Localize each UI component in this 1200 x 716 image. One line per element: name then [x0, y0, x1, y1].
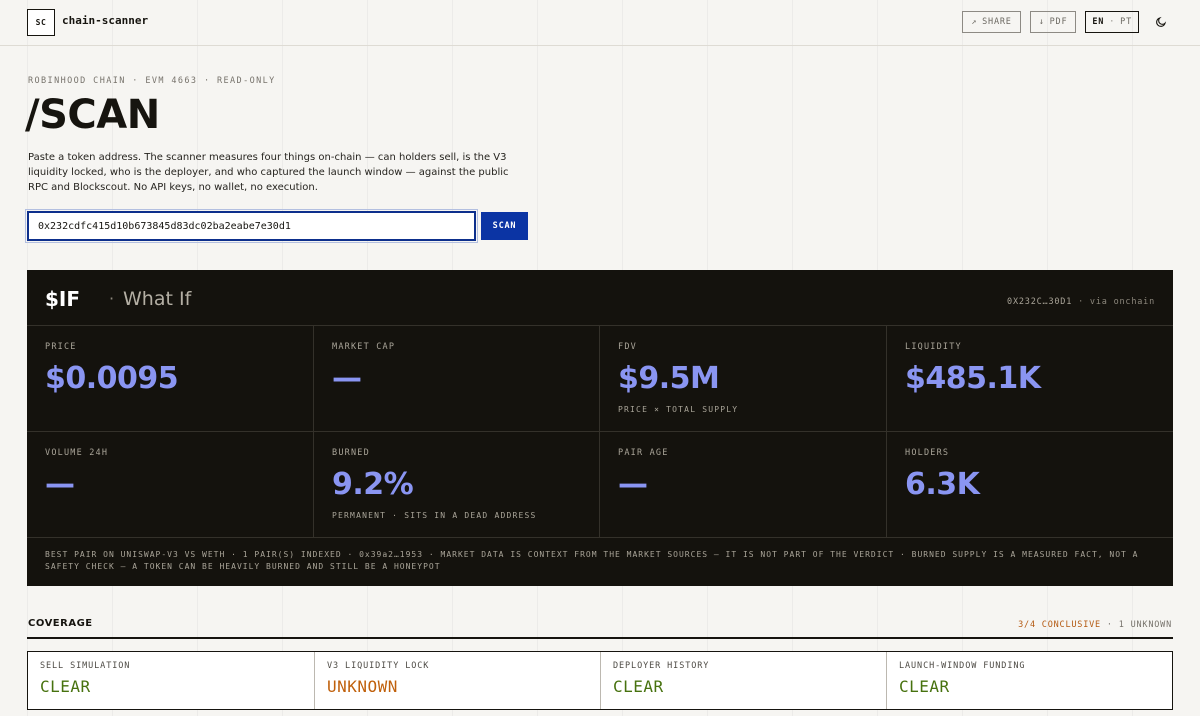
top-bar: SC chain-scanner ↗ SHARE ↓ PDF EN · PT [0, 0, 1200, 46]
scan-button[interactable]: SCAN [481, 212, 528, 240]
pdf-button[interactable]: ↓ PDF [1029, 11, 1077, 33]
theme-toggle-button[interactable] [1150, 11, 1172, 33]
metric-burned: BURNED 9.2% PERMANENT · SITS IN A DEAD A… [314, 432, 600, 538]
metric-value: — [45, 467, 75, 502]
metric-value: $0.0095 [45, 361, 179, 396]
token-address[interactable]: 0X232C…30D1 [1007, 297, 1072, 307]
metric-label: LIQUIDITY [905, 342, 962, 352]
source-separator: · [1078, 297, 1084, 307]
brand-name[interactable]: chain-scanner [62, 14, 148, 27]
metric-label: VOLUME 24H [45, 448, 109, 458]
coverage-launch-window[interactable]: LAUNCH-WINDOW FUNDING CLEAR [887, 652, 1174, 709]
chain-eyebrow: ROBINHOOD CHAIN · EVM 4663 · READ-ONLY [28, 76, 276, 86]
unknown-count: 1 UNKNOWN [1118, 620, 1172, 630]
page-title: /SCAN [25, 92, 160, 138]
token-source: 0X232C…30D1 · via onchain [1007, 297, 1155, 307]
coverage-divider [27, 637, 1173, 639]
coverage-summary: 3/4 CONCLUSIVE · 1 UNKNOWN [1018, 620, 1172, 630]
metric-holders: HOLDERS 6.3K [887, 432, 1173, 538]
metric-label: BURNED [332, 448, 370, 458]
metric-value: 6.3K [905, 467, 980, 502]
title-separator: · [109, 289, 115, 308]
coverage-sell-simulation[interactable]: SELL SIMULATION CLEAR [28, 652, 315, 709]
coverage-grid: SELL SIMULATION CLEAR V3 LIQUIDITY LOCK … [27, 651, 1173, 710]
metric-label: PRICE [45, 342, 77, 352]
share-button[interactable]: ↗ SHARE [962, 11, 1021, 33]
coverage-status: CLEAR [613, 677, 664, 696]
market-data-note: BEST PAIR ON UNISWAP-V3 VS WETH · 1 PAIR… [45, 550, 1139, 571]
coverage-status: UNKNOWN [327, 677, 398, 696]
metric-market-cap: MARKET CAP — [314, 326, 600, 432]
metric-pair-age: PAIR AGE — [600, 432, 887, 538]
metric-value: $9.5M [618, 361, 720, 396]
logo[interactable]: SC [27, 9, 55, 36]
metric-volume: VOLUME 24H — [27, 432, 314, 538]
share-label: SHARE [982, 17, 1012, 27]
share-arrow-icon: ↗ [971, 17, 978, 27]
token-ticker: $IF [45, 287, 81, 311]
conclusive-count: 3/4 CONCLUSIVE [1018, 620, 1101, 630]
coverage-separator: · [1106, 620, 1113, 630]
metric-value: $485.1K [905, 361, 1041, 396]
coverage-label: LAUNCH-WINDOW FUNDING [899, 661, 1026, 671]
coverage-title: COVERAGE [28, 618, 93, 629]
metric-sub: PRICE × TOTAL SUPPLY [618, 405, 739, 414]
metric-label: PAIR AGE [618, 448, 669, 458]
metric-liquidity: LIQUIDITY $485.1K [887, 326, 1173, 432]
metrics-grid: PRICE $0.0095 MARKET CAP — FDV $9.5M PRI… [27, 326, 1173, 538]
coverage-label: V3 LIQUIDITY LOCK [327, 661, 430, 671]
token-panel: $IF · What If 0X232C…30D1 · via onchain … [27, 270, 1173, 586]
coverage-status: CLEAR [40, 677, 91, 696]
download-icon: ↓ [1038, 17, 1045, 27]
moon-icon [1156, 16, 1167, 27]
metric-label: HOLDERS [905, 448, 950, 458]
intro-text: Paste a token address. The scanner measu… [28, 152, 509, 193]
metric-value: — [332, 361, 362, 396]
metric-label: MARKET CAP [332, 342, 396, 352]
top-actions: ↗ SHARE ↓ PDF EN · PT [962, 11, 1172, 33]
pdf-label: PDF [1049, 17, 1068, 27]
coverage-deployer-history[interactable]: DEPLOYER HISTORY CLEAR [601, 652, 887, 709]
lang-en[interactable]: EN [1092, 17, 1104, 27]
token-header: $IF · What If 0X232C…30D1 · via onchain [27, 270, 1173, 326]
lang-separator: · [1109, 17, 1116, 27]
coverage-label: DEPLOYER HISTORY [613, 661, 710, 671]
metric-value: 9.2% [332, 467, 414, 502]
metric-price: PRICE $0.0095 [27, 326, 314, 432]
metric-sub: PERMANENT · SITS IN A DEAD ADDRESS [332, 511, 537, 520]
coverage-status: CLEAR [899, 677, 950, 696]
language-toggle[interactable]: EN · PT [1085, 11, 1139, 33]
coverage-liquidity-lock[interactable]: V3 LIQUIDITY LOCK UNKNOWN [315, 652, 601, 709]
source-label: via onchain [1089, 297, 1155, 307]
token-name: What If [123, 288, 192, 310]
metric-value: — [618, 467, 648, 502]
metric-label: FDV [618, 342, 637, 352]
token-address-input[interactable] [25, 209, 478, 243]
lang-pt[interactable]: PT [1120, 17, 1132, 27]
metric-fdv: FDV $9.5M PRICE × TOTAL SUPPLY [600, 326, 887, 432]
coverage-label: SELL SIMULATION [40, 661, 131, 671]
